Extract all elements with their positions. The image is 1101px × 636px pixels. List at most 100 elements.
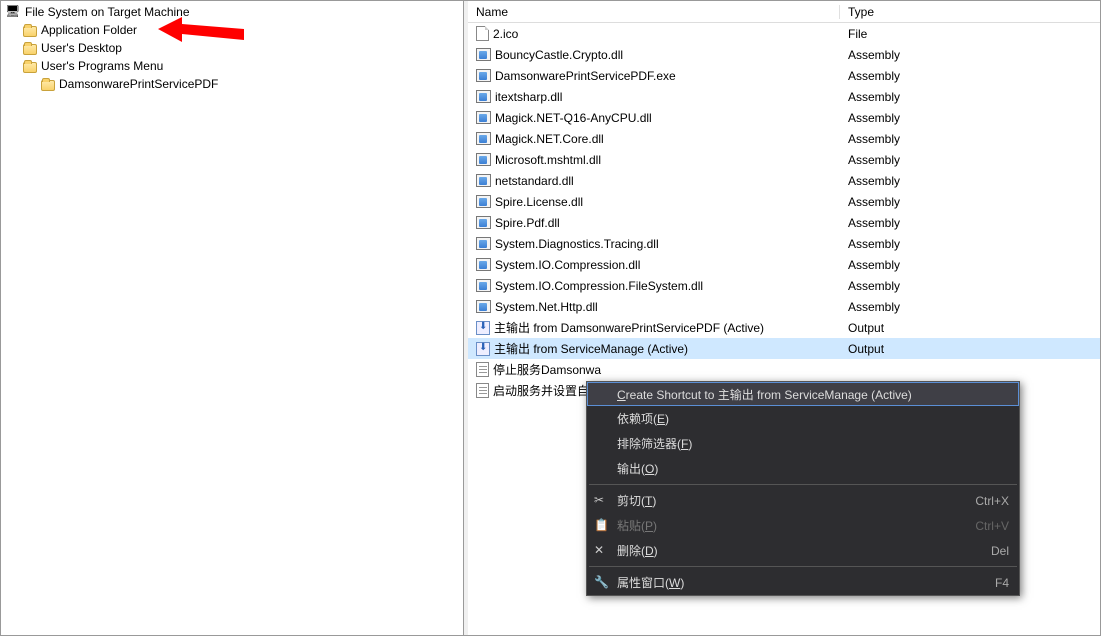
file-type: Output [840,321,1100,335]
file-name: 启动服务并设置自动 [493,382,601,399]
file-row[interactable]: DamsonwarePrintServicePDF.exe Assembly [468,65,1100,86]
file-type: Assembly [840,258,1100,272]
file-row[interactable]: 主输出 from ServiceManage (Active)Output [468,338,1100,359]
folder-icon [23,26,37,37]
paste-icon: 📋 [594,518,608,532]
file-row[interactable]: System.Diagnostics.Tracing.dll Assembly [468,233,1100,254]
ctx-separator [589,484,1017,485]
file-name: System.Diagnostics.Tracing.dll [495,237,659,251]
file-row[interactable]: Microsoft.mshtml.dll Assembly [468,149,1100,170]
ctx-dependencies[interactable]: 依赖项(E) [587,406,1019,431]
file-row[interactable]: 2.ico File [468,23,1100,44]
dll-icon [476,237,491,250]
dll-icon [476,48,491,61]
ctx-label: 依赖项(E) [617,410,669,427]
cut-icon: ✂ [594,493,608,507]
folder-icon [41,80,55,91]
file-name: Spire.Pdf.dll [495,216,560,230]
file-name: Magick.NET-Q16-AnyCPU.dll [495,111,652,125]
delete-icon: ✕ [594,543,608,557]
ctx-label: 删除(D) [617,542,658,559]
ctx-paste: 📋 粘贴(P) Ctrl+V [587,513,1019,538]
file-type: Assembly [840,279,1100,293]
tree-item-label: User's Programs Menu [41,59,163,73]
ctx-separator [589,566,1017,567]
tree-item-users-programs-menu[interactable]: User's Programs Menu [5,57,459,75]
file-name: System.IO.Compression.FileSystem.dll [495,279,703,293]
file-name: System.IO.Compression.dll [495,258,640,272]
file-type: Assembly [840,174,1100,188]
file-name: DamsonwarePrintServicePDF.exe [495,69,676,83]
file-name: 主输出 from DamsonwarePrintServicePDF (Acti… [494,319,764,336]
file-name: BouncyCastle.Crypto.dll [495,48,623,62]
file-type: Output [840,342,1100,356]
file-row[interactable]: Spire.License.dll Assembly [468,191,1100,212]
file-type: Assembly [840,132,1100,146]
ctx-delete[interactable]: ✕ 删除(D) Del [587,538,1019,563]
file-name: 2.ico [493,27,518,41]
ctx-label: 粘贴(P) [617,517,657,534]
dll-icon [476,90,491,103]
ctx-outputs[interactable]: 输出(O) [587,456,1019,481]
output-icon [476,321,490,335]
ctx-shortcut: Del [991,544,1009,558]
dll-icon [476,69,491,82]
ctx-exclude-filter[interactable]: 排除筛选器(F) [587,431,1019,456]
file-type: Assembly [840,300,1100,314]
dll-icon [476,258,491,271]
file-row[interactable]: Magick.NET.Core.dll Assembly [468,128,1100,149]
tree-item-label: DamsonwarePrintServicePDF [59,77,218,91]
file-type: Assembly [840,111,1100,125]
file-name: Magick.NET.Core.dll [495,132,604,146]
file-type: Assembly [840,237,1100,251]
file-type: Assembly [840,69,1100,83]
file-row[interactable]: System.IO.Compression.FileSystem.dll Asse… [468,275,1100,296]
folder-icon [23,44,37,55]
column-header-name[interactable]: Name [468,5,840,19]
column-header-type[interactable]: Type [840,5,1100,19]
dll-icon [476,279,491,292]
file-row[interactable]: System.IO.Compression.dll Assembly [468,254,1100,275]
tree-item-users-desktop[interactable]: User's Desktop [5,39,459,57]
file-row[interactable]: netstandard.dll Assembly [468,170,1100,191]
wrench-icon: 🔧 [594,575,608,589]
file-name: Spire.License.dll [495,195,583,209]
file-type: Assembly [840,153,1100,167]
file-row[interactable]: 停止服务Damsonwa [468,359,1100,380]
dll-icon [476,111,491,124]
doc-icon [476,383,489,398]
tree-item-damsonware[interactable]: DamsonwarePrintServicePDF [5,75,459,93]
ctx-shortcut: Ctrl+X [975,494,1009,508]
context-menu: Create Shortcut to 主输出 from ServiceManag… [586,381,1020,596]
ctx-create-shortcut[interactable]: Create Shortcut to 主输出 from ServiceManag… [587,382,1019,406]
file-type: Assembly [840,216,1100,230]
ctx-label: 输出(O) [617,460,658,477]
file-type: Assembly [840,195,1100,209]
tree-item-application-folder[interactable]: Application Folder [5,21,459,39]
file-row[interactable]: BouncyCastle.Crypto.dll Assembly [468,44,1100,65]
tree-item-label: User's Desktop [41,41,122,55]
file-icon [476,26,489,41]
output-icon [476,342,490,356]
ctx-properties[interactable]: 🔧 属性窗口(W) F4 [587,570,1019,595]
file-name: netstandard.dll [495,174,574,188]
ctx-cut[interactable]: ✂ 剪切(T) Ctrl+X [587,488,1019,513]
folder-icon [23,62,37,73]
machine-icon [5,4,21,20]
file-name: Microsoft.mshtml.dll [495,153,601,167]
tree-root[interactable]: File System on Target Machine [5,3,459,21]
file-row[interactable]: System.Net.Http.dllAssembly [468,296,1100,317]
dll-icon [476,174,491,187]
tree-pane[interactable]: File System on Target Machine Applicatio… [1,1,464,635]
file-name: itextsharp.dll [495,90,562,104]
tree-item-label: Application Folder [41,23,137,37]
file-row[interactable]: 主输出 from DamsonwarePrintServicePDF (Acti… [468,317,1100,338]
file-type: File [840,27,1100,41]
file-name: 停止服务Damsonwa [493,361,601,378]
file-row[interactable]: Magick.NET-Q16-AnyCPU.dll Assembly [468,107,1100,128]
dll-icon [476,300,491,313]
file-row[interactable]: itextsharp.dllAssembly [468,86,1100,107]
file-type: Assembly [840,48,1100,62]
file-row[interactable]: Spire.Pdf.dll Assembly [468,212,1100,233]
doc-icon [476,362,489,377]
